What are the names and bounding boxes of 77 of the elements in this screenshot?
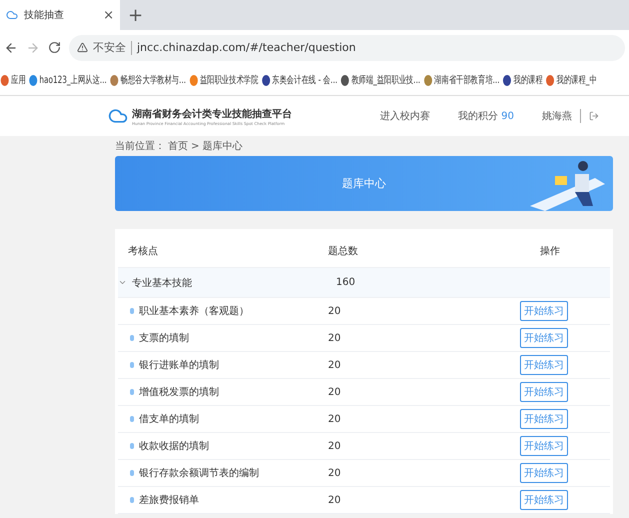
bookmark-icon bbox=[341, 74, 350, 86]
bullet-icon bbox=[130, 335, 134, 341]
tab-close-button[interactable]: × bbox=[103, 8, 114, 22]
bookmark-icon bbox=[503, 74, 512, 86]
start-practice-button[interactable]: 开始练习 bbox=[520, 436, 568, 456]
bookmark-icon bbox=[546, 74, 554, 86]
bullet-icon bbox=[130, 470, 134, 476]
bullet-icon bbox=[130, 416, 134, 422]
bookmark-icon bbox=[29, 74, 38, 86]
question-count: 20 bbox=[328, 332, 342, 344]
bookmark-item[interactable]: 我的课程 bbox=[503, 73, 543, 87]
start-practice-button[interactable]: 开始练习 bbox=[520, 382, 568, 402]
cloud-icon bbox=[6, 9, 18, 21]
group-name: 专业基本技能 bbox=[132, 276, 192, 290]
column-header: 题总数 bbox=[328, 244, 359, 258]
bullet-icon bbox=[130, 497, 134, 503]
bookmark-icon bbox=[424, 74, 432, 86]
platform-title: 湖南省财务会计类专业技能抽查平台 bbox=[132, 108, 292, 120]
skill-name: 职业基本素养（客观题） bbox=[139, 304, 249, 318]
bullet-icon bbox=[130, 308, 134, 314]
start-practice-button[interactable]: 开始练习 bbox=[520, 463, 568, 483]
bookmark-icon bbox=[190, 74, 198, 86]
skill-name: 借支单的填制 bbox=[139, 412, 199, 426]
bookmark-item[interactable]: 畅想谷大学教材与... bbox=[110, 73, 186, 87]
nav-link[interactable]: 进入校内赛 bbox=[380, 109, 430, 123]
warning-icon bbox=[77, 42, 88, 53]
bookmark-item[interactable]: 我的课程_中 bbox=[546, 73, 597, 87]
skill-name: 收款收据的填制 bbox=[139, 440, 209, 453]
bookmark-item[interactable]: 湖南省干部教育培... bbox=[424, 73, 500, 87]
start-practice-button[interactable]: 开始练习 bbox=[520, 301, 568, 321]
skill-name: 差旅费报销单 bbox=[139, 494, 199, 507]
start-practice-button[interactable]: 开始练习 bbox=[520, 409, 568, 429]
bullet-icon bbox=[130, 443, 134, 449]
forward-icon[interactable] bbox=[26, 40, 40, 54]
bullet-icon bbox=[130, 389, 134, 395]
bookmark-item[interactable]: 益阳职业技术学院 bbox=[190, 73, 258, 87]
url-text: jncc.chinazdap.com/#/teacher/question bbox=[137, 41, 356, 54]
skill-name: 增值税发票的填制 bbox=[139, 386, 219, 399]
start-practice-button[interactable]: 开始练习 bbox=[520, 355, 568, 375]
start-practice-button[interactable]: 开始练习 bbox=[520, 490, 568, 510]
logout-icon[interactable] bbox=[589, 111, 599, 121]
expand-caret-icon[interactable] bbox=[118, 278, 127, 287]
user-name[interactable]: 姚海燕 bbox=[542, 109, 572, 123]
bookmark-icon bbox=[262, 74, 270, 86]
back-icon[interactable] bbox=[4, 40, 18, 54]
security-label: 不安全 bbox=[93, 40, 126, 55]
question-count: 20 bbox=[328, 414, 342, 424]
question-count: 20 bbox=[328, 494, 342, 506]
points-link[interactable]: 我的积分 90 bbox=[458, 109, 514, 123]
start-practice-button[interactable]: 开始练习 bbox=[520, 328, 568, 348]
bookmark-icon bbox=[110, 74, 118, 86]
skill-name: 支票的填制 bbox=[139, 332, 189, 345]
question-count: 20 bbox=[328, 440, 342, 452]
bookmark-item[interactable]: hao123_上网从这... bbox=[29, 73, 107, 87]
banner-title: 题库中心 bbox=[341, 176, 387, 191]
bookmark-item[interactable]: 应用 bbox=[0, 73, 26, 87]
breadcrumb-current: 题库中心 bbox=[202, 140, 242, 153]
breadcrumb-link[interactable]: 首页 bbox=[168, 139, 188, 153]
breadcrumb-label: 当前位置： bbox=[115, 140, 165, 153]
address-bar[interactable]: 不安全 jncc.chinazdap.com/#/teacher/question bbox=[69, 34, 625, 60]
group-total: 160 bbox=[335, 277, 356, 288]
question-count: 20 bbox=[328, 468, 342, 478]
new-tab-button[interactable]: + bbox=[128, 4, 144, 26]
breadcrumb-separator: > bbox=[191, 140, 200, 152]
question-count: 20 bbox=[328, 306, 342, 316]
question-count: 20 bbox=[328, 360, 342, 370]
browser-tab[interactable]: 技能抽查 × bbox=[0, 0, 120, 30]
bookmark-item[interactable]: 东奥会计在线 - 会... bbox=[262, 73, 338, 87]
column-header: 操作 bbox=[539, 245, 561, 258]
bookmark-icon bbox=[0, 74, 9, 86]
skill-name: 银行存款余额调节表的编制 bbox=[139, 466, 259, 480]
column-header: 考核点 bbox=[127, 244, 159, 258]
bullet-icon bbox=[130, 362, 134, 368]
bookmark-item[interactable]: 教师端_益阳职业技... bbox=[341, 73, 420, 87]
reload-icon[interactable] bbox=[48, 41, 61, 54]
skill-name: 银行进账单的填制 bbox=[139, 358, 219, 372]
question-count: 20 bbox=[328, 386, 342, 398]
